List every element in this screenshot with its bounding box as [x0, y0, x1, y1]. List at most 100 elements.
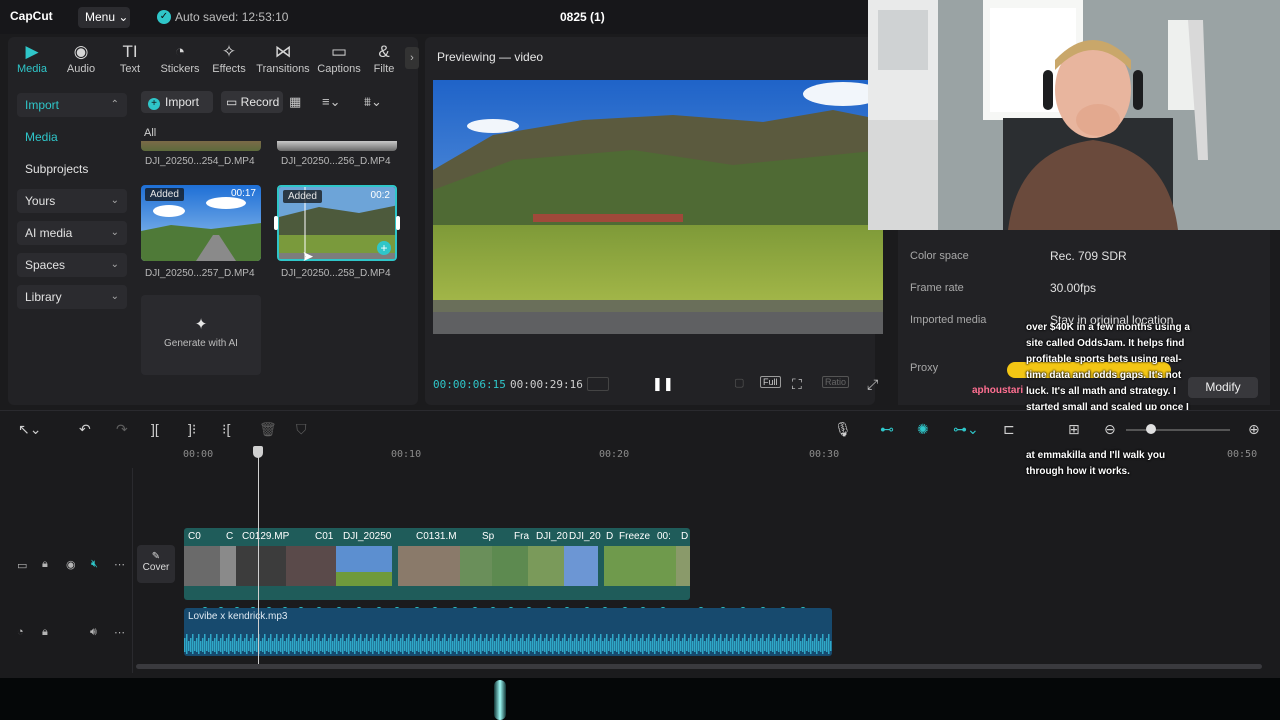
clip-label: Fra: [514, 531, 529, 542]
property-value: 30.00fps: [1050, 281, 1097, 295]
pause-icon[interactable]: ❚❚: [652, 376, 674, 392]
audio-track[interactable]: Lovibe x kendrick.mp3: [184, 608, 832, 656]
clip-label: D: [606, 531, 614, 542]
link-icon[interactable]: ⊷: [880, 421, 894, 438]
chevron-up-icon: ⌃: [110, 99, 119, 110]
trim-right-icon[interactable]: ⁝[: [222, 421, 230, 438]
time-ruler[interactable]: 00:00 00:10 00:20 00:30 00:50: [133, 446, 1280, 468]
sidebar-item-media[interactable]: Media: [17, 125, 127, 149]
sort-icon[interactable]: ≡⌄: [322, 94, 340, 110]
sidebar-item-library[interactable]: Library ⌄: [17, 285, 127, 309]
snap-icon[interactable]: ⊶⌄: [953, 421, 979, 438]
full-quality-toggle[interactable]: Full: [760, 376, 781, 388]
webcam-overlay: [868, 0, 1280, 230]
import-button[interactable]: + Import: [141, 91, 213, 113]
zoom-fit-icon[interactable]: ⊞: [1068, 421, 1080, 438]
crop-icon[interactable]: ▢: [734, 376, 744, 389]
mouse-cursor-icon: ➤: [302, 248, 314, 264]
tab-audio[interactable]: ◉ Audio: [57, 41, 105, 75]
clip-duration: 00:17: [230, 188, 256, 199]
media-thumbnail[interactable]: Added 00:17: [141, 185, 261, 261]
eye-icon[interactable]: ◉: [66, 558, 76, 571]
split-icon[interactable]: ][: [151, 421, 159, 437]
record-button[interactable]: ▭ Record: [221, 91, 283, 113]
zoom-in-icon[interactable]: ⊕: [1248, 421, 1260, 438]
current-timecode: 00:00:06:15: [433, 378, 506, 391]
tab-label: Audio: [66, 63, 96, 75]
zoom-slider-knob[interactable]: [1146, 424, 1156, 434]
clip-label: DJI_20: [569, 531, 601, 542]
lock-icon[interactable]: 🔒︎: [42, 626, 48, 639]
grid-view-icon[interactable]: ▦: [289, 94, 301, 110]
tab-filters[interactable]: & Filte: [366, 41, 402, 75]
tab-label: Transitions: [256, 63, 310, 75]
trim-left-icon[interactable]: ]⁝: [188, 421, 196, 438]
undo-icon[interactable]: ↶: [79, 421, 91, 438]
tab-transitions[interactable]: ⋈ Transitions: [255, 41, 311, 75]
zoom-slider-track[interactable]: [1126, 429, 1230, 431]
volume-icon[interactable]: 🔊︎: [90, 626, 97, 639]
trim-handle-right[interactable]: [396, 216, 400, 230]
more-icon[interactable]: ⋯: [114, 626, 125, 639]
more-icon[interactable]: ⋯: [114, 558, 125, 571]
tab-text[interactable]: TI Text: [106, 41, 154, 75]
media-thumbnail-selected[interactable]: Added 00:2 +: [277, 185, 397, 261]
sidebar-item-yours[interactable]: Yours ⌄: [17, 189, 127, 213]
ruler-tick: 00:30: [809, 449, 840, 460]
cover-button[interactable]: ✎ Cover: [137, 545, 175, 583]
fullscreen-icon[interactable]: ⤢: [867, 376, 878, 393]
video-track[interactable]: C0 C C0129.MP C01 DJI_20250 C0131.M Sp F…: [184, 528, 690, 600]
sidebar-label: Subprojects: [25, 162, 89, 176]
sidebar-item-spaces[interactable]: Spaces ⌄: [17, 253, 127, 277]
magnet-icon[interactable]: ✺: [917, 421, 929, 438]
clip-label: C0129.MP: [242, 531, 290, 542]
camera-icon: ▭: [226, 95, 241, 109]
sidebar-label: Spaces: [25, 258, 66, 272]
modify-button[interactable]: Modify: [1188, 377, 1258, 398]
playhead-handle[interactable]: [253, 446, 263, 458]
media-filename: DJI_20250...257_D.MP4: [145, 268, 255, 279]
microphone-icon[interactable]: 🎙: [834, 421, 852, 438]
video-canvas[interactable]: [433, 80, 883, 334]
tabs-scroll-right-button[interactable]: ›: [405, 47, 419, 69]
delete-icon[interactable]: 🗑: [259, 421, 277, 438]
preview-title: Previewing — video: [437, 50, 544, 64]
property-label: Imported media: [910, 314, 987, 326]
clip-label: 00:: [657, 531, 671, 542]
tab-label: Filte: [373, 63, 395, 75]
media-thumbnail[interactable]: [141, 141, 261, 151]
ratio-button[interactable]: Ratio: [822, 376, 850, 388]
sidebar-item-subprojects[interactable]: Subprojects: [17, 157, 127, 181]
media-icon: ▶: [25, 42, 39, 61]
filter-all-label[interactable]: All: [144, 127, 156, 139]
add-to-timeline-icon[interactable]: +: [377, 241, 391, 255]
tab-label: Captions: [317, 63, 361, 75]
tab-stickers[interactable]: ◔ Stickers: [155, 41, 205, 75]
clip-label: C0131.M: [416, 531, 457, 542]
lock-icon[interactable]: 🔒︎: [42, 558, 48, 571]
snapshot-icon[interactable]: ⛶: [792, 376, 802, 393]
tab-effects[interactable]: ✧ Effects: [205, 41, 253, 75]
audio-icon: ◉: [73, 42, 89, 61]
sidebar-item-import[interactable]: Import ⌃: [17, 93, 127, 117]
sidebar-label: Yours: [25, 194, 56, 208]
chevron-down-icon: ⌄: [110, 291, 119, 302]
zoom-out-icon[interactable]: ⊖: [1104, 421, 1116, 438]
preview-axis-icon[interactable]: ⊏: [1003, 421, 1015, 438]
cover-label: Cover: [142, 562, 170, 573]
sidebar-label: Media: [25, 130, 58, 144]
tab-media[interactable]: ▶ Media: [8, 41, 56, 75]
playhead-line[interactable]: [258, 446, 259, 666]
tab-captions[interactable]: ▭ Captions: [314, 41, 364, 75]
generate-with-ai-card[interactable]: ✦ Generate with AI: [141, 295, 261, 375]
sidebar-item-ai-media[interactable]: AI media ⌄: [17, 221, 127, 245]
select-tool-icon[interactable]: ↖⌄: [18, 421, 41, 438]
audio-muted-icon[interactable]: 🔇︎: [91, 558, 98, 571]
redo-icon[interactable]: ↷: [116, 421, 128, 438]
shield-icon[interactable]: ⛉: [296, 421, 307, 438]
media-thumbnail[interactable]: [277, 141, 397, 151]
trim-handle-left[interactable]: [274, 216, 278, 230]
timeline-scrollbar[interactable]: [136, 664, 1262, 669]
filter-icon[interactable]: ⩩⌄: [364, 94, 382, 110]
menu-button[interactable]: Menu ⌄: [78, 7, 130, 28]
